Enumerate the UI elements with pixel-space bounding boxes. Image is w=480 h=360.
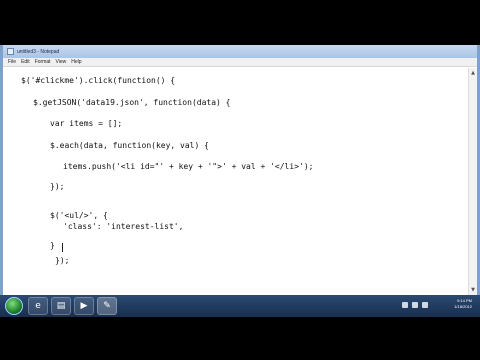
menu-bar: File Edit Format View Help (3, 58, 477, 67)
taskbar-clock[interactable]: 9:14 PM 1/18/2012 (454, 298, 472, 310)
code-line-10: }); (55, 256, 70, 265)
tray-flag-icon[interactable] (402, 302, 408, 308)
notepad-app-icon (7, 48, 14, 55)
text-caret (62, 243, 63, 252)
scroll-up-arrow-icon[interactable]: ▲ (469, 69, 477, 77)
menu-edit[interactable]: Edit (21, 59, 30, 65)
start-button[interactable] (5, 297, 23, 315)
code-line-6: }); (50, 182, 65, 191)
code-line-7: $('<ul/>', { (50, 211, 108, 220)
window-title: untitled3 - Notepad (17, 48, 60, 55)
notepad-window: untitled3 - Notepad File Edit Format Vie… (0, 45, 480, 295)
ie-icon[interactable]: e (28, 297, 48, 315)
scroll-down-arrow-icon[interactable]: ▼ (469, 286, 477, 294)
video-letterbox-top (0, 0, 480, 45)
explorer-icon[interactable]: ▤ (51, 297, 71, 315)
windows-taskbar: e ▤ ▶ ✎ 9:14 PM 1/18/2012 (0, 295, 480, 317)
menu-file[interactable]: File (8, 59, 16, 65)
notepad-icon[interactable]: ✎ (97, 297, 117, 315)
code-line-2: $.getJSON('data19.json', function(data) … (33, 98, 231, 107)
video-letterbox-bottom (0, 317, 480, 360)
vertical-scrollbar[interactable]: ▲ ▼ (468, 68, 477, 295)
text-editor-area[interactable]: $('#clickme').click(function() { $.getJS… (3, 68, 468, 295)
tray-network-icon[interactable] (412, 302, 418, 308)
menu-view[interactable]: View (56, 59, 67, 65)
code-line-8: 'class': 'interest-list', (63, 222, 184, 231)
code-line-1: $('#clickme').click(function() { (21, 76, 176, 85)
tray-volume-icon[interactable] (422, 302, 428, 308)
media-player-icon[interactable]: ▶ (74, 297, 94, 315)
menu-help[interactable]: Help (71, 59, 81, 65)
window-titlebar[interactable]: untitled3 - Notepad (3, 45, 477, 58)
menu-format[interactable]: Format (35, 59, 51, 65)
code-line-4: $.each(data, function(key, val) { (50, 141, 209, 150)
code-line-3: var items = []; (50, 119, 123, 128)
code-line-9: } (50, 241, 55, 250)
clock-date: 1/18/2012 (454, 304, 472, 309)
code-line-5: items.push('<li id="' + key + '">' + val… (63, 162, 314, 171)
system-tray (402, 302, 428, 308)
